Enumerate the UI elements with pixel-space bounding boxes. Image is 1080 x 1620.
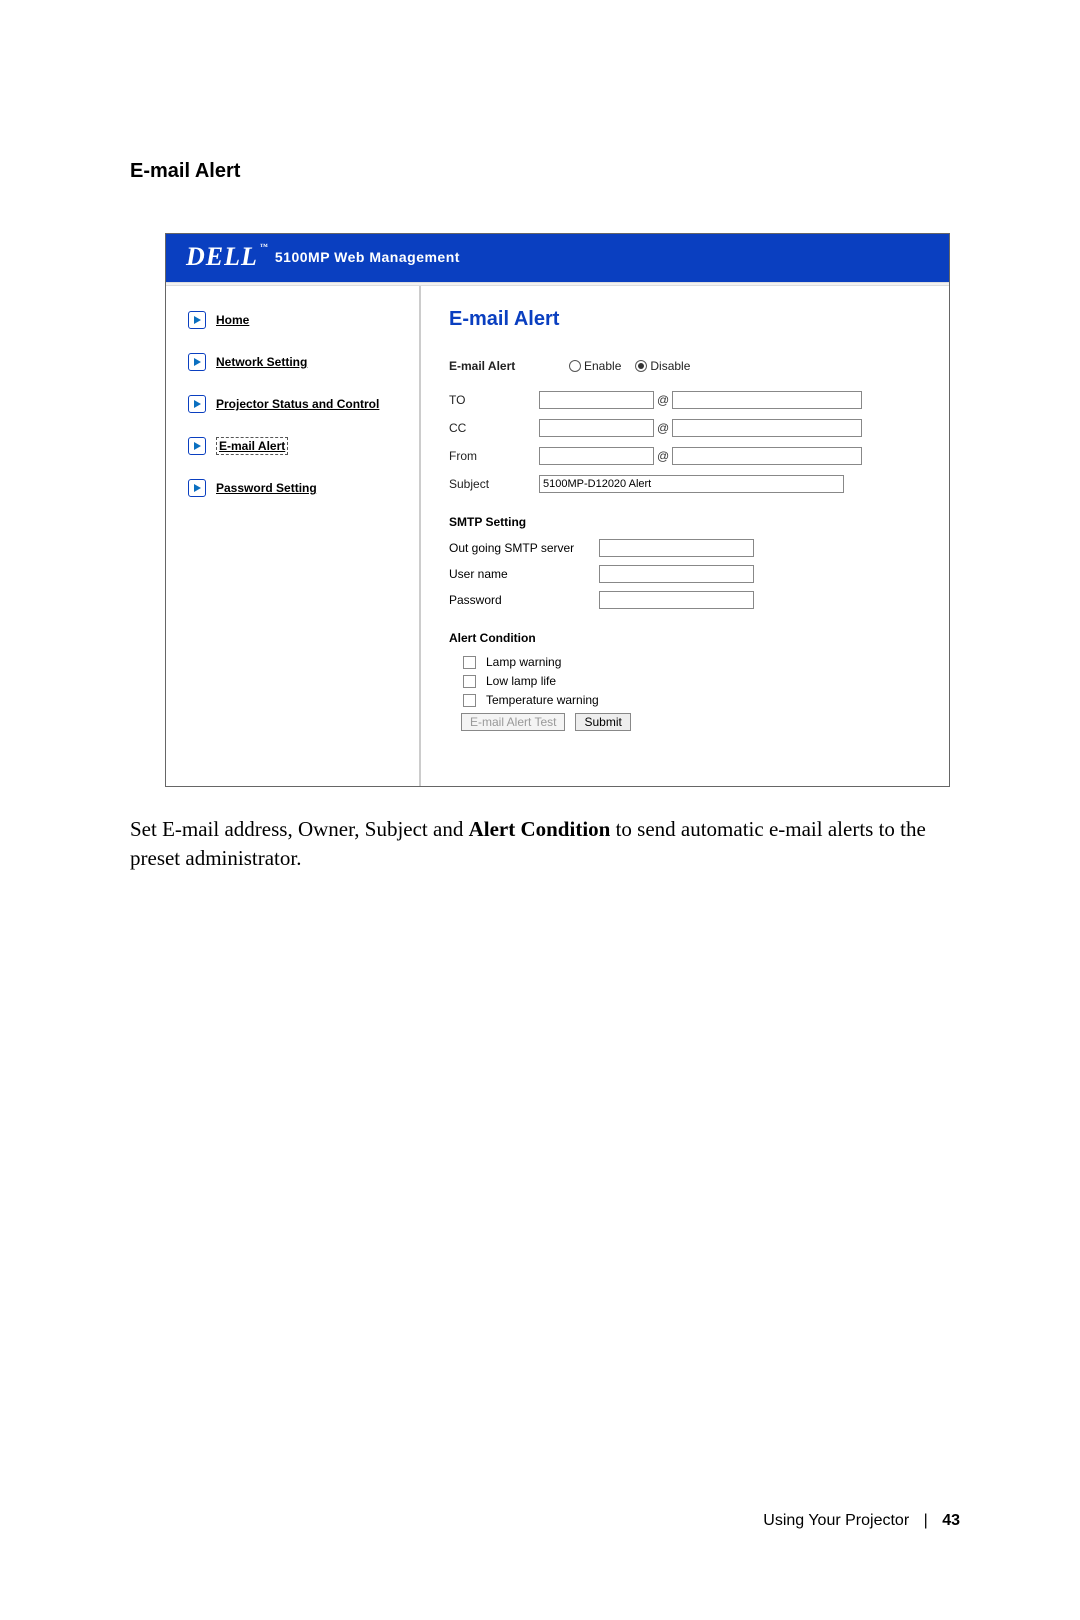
- subject-label: Subject: [449, 477, 539, 491]
- from-local-input[interactable]: [539, 447, 654, 465]
- arrow-right-icon: [188, 479, 206, 497]
- password-label: Password: [449, 593, 599, 607]
- screenshot-panel: DELL™ 5100MP Web Management Home Network…: [165, 233, 950, 787]
- sidebar-item-label: Projector Status and Control: [216, 397, 379, 411]
- main-title: E-mail Alert: [449, 308, 921, 331]
- arrow-right-icon: [188, 437, 206, 455]
- page-footer: Using Your Projector | 43: [763, 1512, 960, 1530]
- cc-local-input[interactable]: [539, 419, 654, 437]
- sidebar-item-label: Network Setting: [216, 355, 307, 369]
- sidebar-item-label: Password Setting: [216, 481, 317, 495]
- arrow-right-icon: [188, 395, 206, 413]
- alert-heading: Alert Condition: [449, 631, 921, 645]
- enable-label: Enable: [584, 359, 621, 373]
- sidebar-item-password[interactable]: Password Setting: [188, 479, 409, 497]
- submit-button[interactable]: Submit: [575, 713, 630, 731]
- enable-radio[interactable]: [569, 360, 581, 372]
- disable-label: Disable: [650, 359, 690, 373]
- caption-text: Set E-mail address, Owner, Subject and A…: [130, 815, 960, 874]
- cond-label: Temperature warning: [486, 693, 599, 707]
- email-alert-label: E-mail Alert: [449, 359, 539, 373]
- from-domain-input[interactable]: [672, 447, 862, 465]
- sidebar-item-label: E-mail Alert: [216, 437, 288, 455]
- lamp-warning-checkbox[interactable]: [463, 656, 476, 669]
- smtp-server-label: Out going SMTP server: [449, 541, 599, 555]
- page-number: 43: [942, 1512, 960, 1529]
- user-name-input[interactable]: [599, 565, 754, 583]
- at-symbol: @: [657, 421, 669, 435]
- cc-label: CC: [449, 421, 539, 435]
- cond-label: Lamp warning: [486, 655, 561, 669]
- from-label: From: [449, 449, 539, 463]
- password-input[interactable]: [599, 591, 754, 609]
- disable-radio[interactable]: [635, 360, 647, 372]
- to-label: TO: [449, 393, 539, 407]
- sidebar-item-projector[interactable]: Projector Status and Control: [188, 395, 409, 413]
- temperature-checkbox[interactable]: [463, 694, 476, 707]
- to-domain-input[interactable]: [672, 391, 862, 409]
- cc-domain-input[interactable]: [672, 419, 862, 437]
- user-name-label: User name: [449, 567, 599, 581]
- sidebar-item-home[interactable]: Home: [188, 311, 409, 329]
- sidebar: Home Network Setting Projector Status an…: [166, 286, 421, 786]
- section-title: E-mail Alert: [130, 160, 960, 183]
- low-lamp-checkbox[interactable]: [463, 675, 476, 688]
- to-local-input[interactable]: [539, 391, 654, 409]
- at-symbol: @: [657, 449, 669, 463]
- sidebar-item-network[interactable]: Network Setting: [188, 353, 409, 371]
- at-symbol: @: [657, 393, 669, 407]
- arrow-right-icon: [188, 311, 206, 329]
- test-button[interactable]: E-mail Alert Test: [461, 713, 565, 731]
- banner-subtitle: 5100MP Web Management: [275, 249, 460, 265]
- subject-input[interactable]: [539, 475, 844, 493]
- sidebar-item-label: Home: [216, 313, 249, 327]
- sidebar-item-email-alert[interactable]: E-mail Alert: [188, 437, 409, 455]
- banner: DELL™ 5100MP Web Management: [166, 234, 949, 282]
- cond-label: Low lamp life: [486, 674, 556, 688]
- smtp-heading: SMTP Setting: [449, 515, 921, 529]
- main-panel: E-mail Alert E-mail Alert Enable Disable…: [421, 286, 949, 786]
- arrow-right-icon: [188, 353, 206, 371]
- dell-logo: DELL™: [186, 242, 269, 272]
- smtp-server-input[interactable]: [599, 539, 754, 557]
- footer-text: Using Your Projector: [763, 1512, 909, 1529]
